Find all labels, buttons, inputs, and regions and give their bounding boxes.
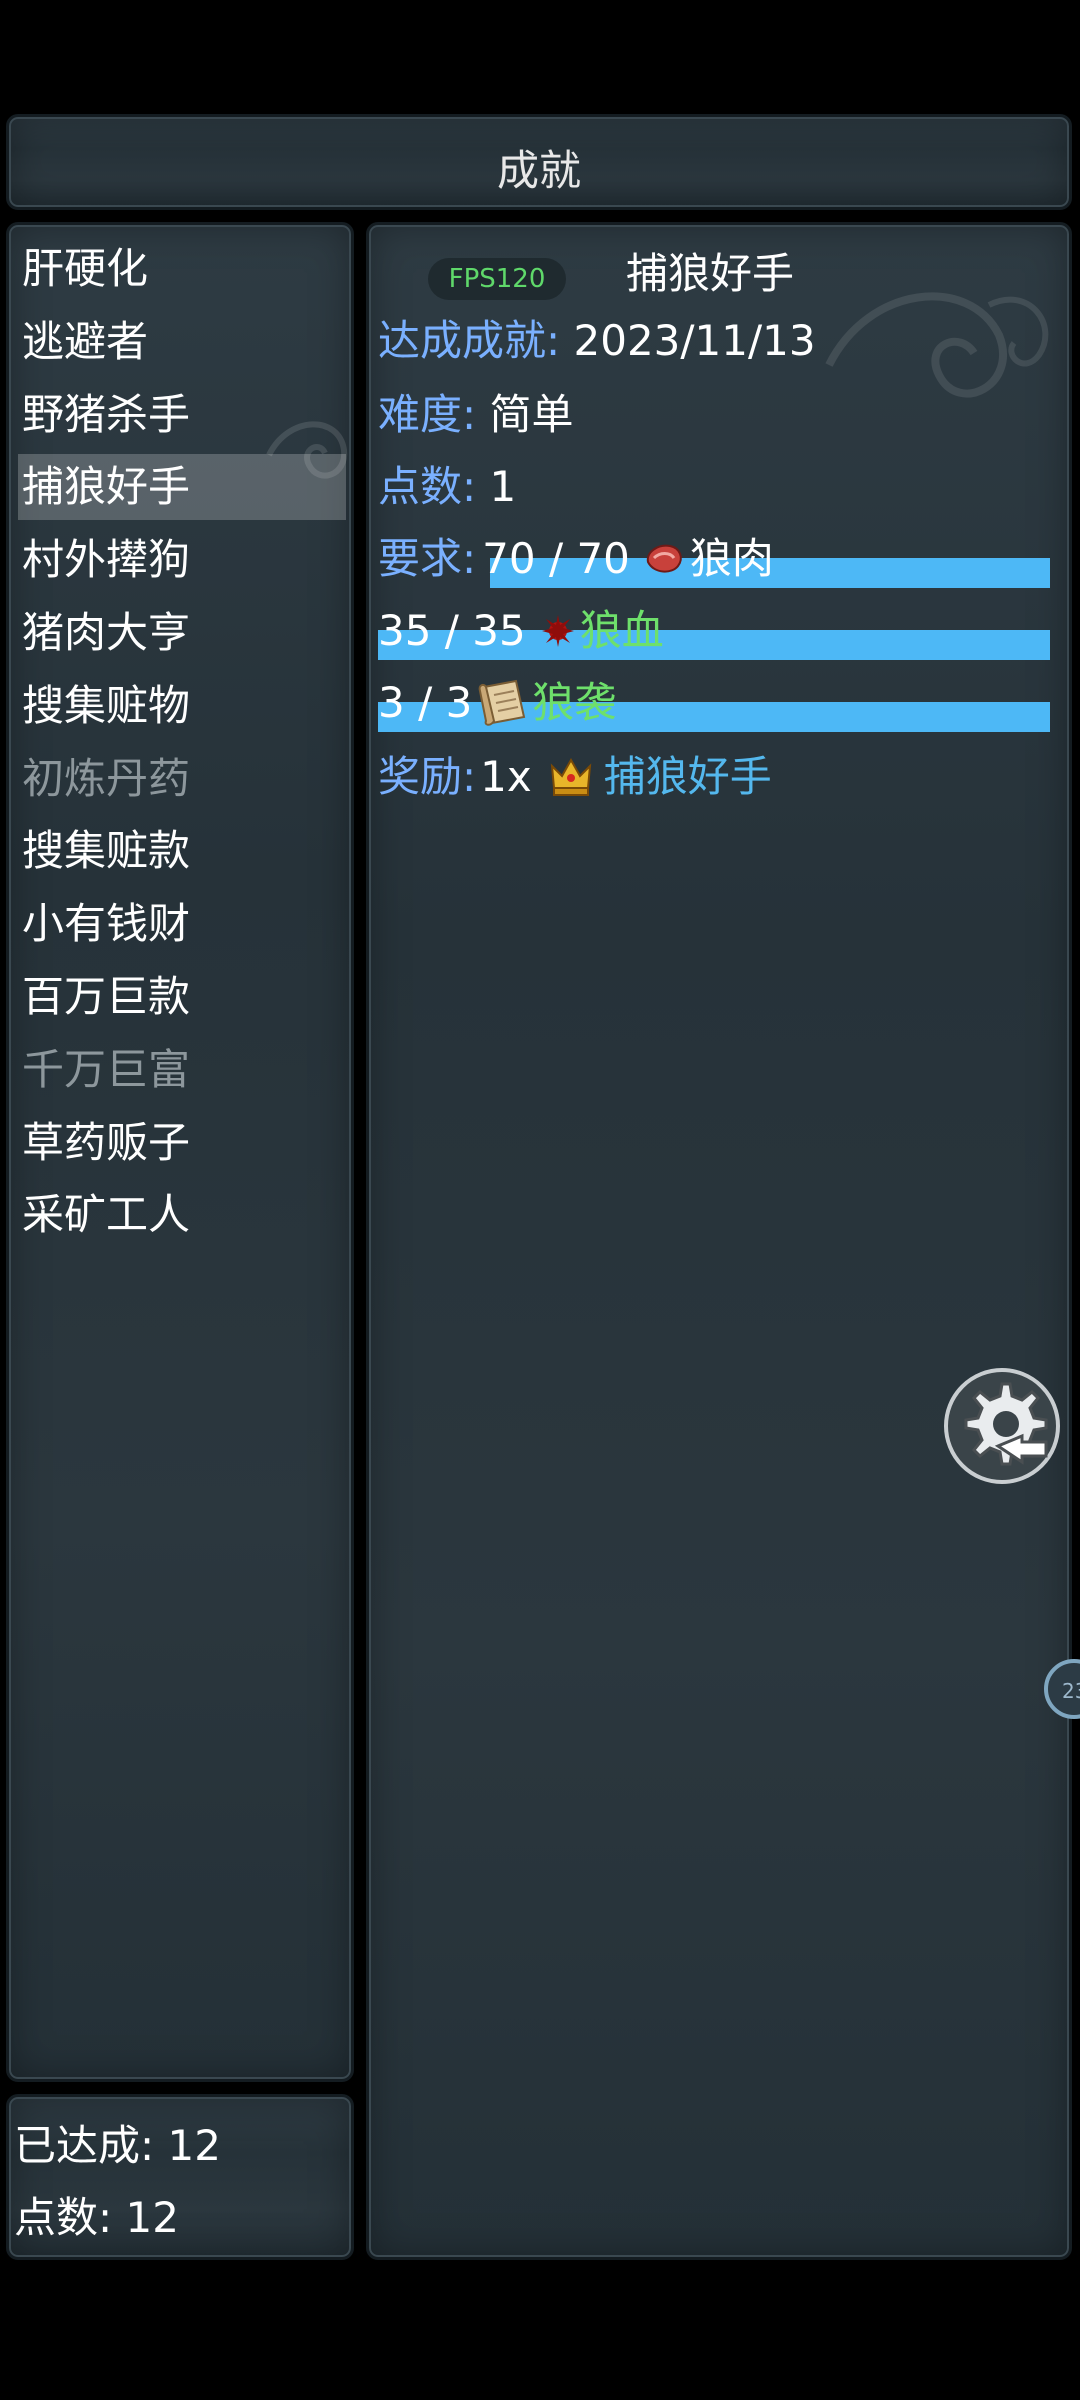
fps-counter: FPS120 <box>428 258 566 300</box>
achieved-date-value: 2023/11/13 <box>573 316 816 365</box>
total-points: 点数: 12 <box>14 2193 179 2242</box>
meat-icon <box>646 544 682 573</box>
difficulty-row: 难度: 简单 <box>378 382 574 448</box>
requirement-row: 35 / 35 狼血 <box>378 598 664 664</box>
achievement-list-item[interactable]: 草药贩子 <box>18 1110 346 1176</box>
achievement-list-item[interactable]: 小有钱财 <box>18 891 346 957</box>
achieved-count: 已达成: 12 <box>14 2121 221 2170</box>
difficulty-value: 简单 <box>489 390 574 439</box>
achieved-date-row: 达成成就: 2023/11/13 <box>378 308 816 374</box>
difficulty-label: 难度: <box>378 390 477 439</box>
achieved-date-label: 达成成就: <box>378 316 561 365</box>
achievement-list-item[interactable]: 采矿工人 <box>18 1182 346 1248</box>
reward-name: 捕狼好手 <box>603 752 772 801</box>
reward-row: 奖励: 1x 捕狼好手 <box>378 744 772 810</box>
floating-edge-label: 23 <box>1062 1679 1080 1703</box>
achievement-title: 捕狼好手 <box>626 249 795 298</box>
requirement-row: 要求: 70 / 70 狼肉 <box>378 526 774 592</box>
requirement-count: 70 / 70 <box>482 534 630 583</box>
title-bar: 成就 <box>6 114 1072 210</box>
requirement-row: 3 / 3 狼袭 <box>378 670 616 736</box>
achievement-list-item[interactable]: 村外撵狗 <box>18 527 346 593</box>
scroll-icon <box>478 679 526 726</box>
achievement-list-item[interactable]: 搜集赃物 <box>18 673 346 739</box>
requirement-count: 35 / 35 <box>378 606 526 655</box>
gear-icon <box>944 1368 1060 1484</box>
achievement-list-item[interactable]: 捕狼好手 <box>18 454 346 521</box>
crown-icon <box>550 757 591 796</box>
cloud-swirl-decoration <box>825 292 1049 398</box>
floating-circle-icon: 23 <box>1044 1659 1080 1719</box>
requirement-item-name: 狼袭 <box>532 678 617 727</box>
achievement-list-item[interactable]: 野猪杀手 <box>18 382 346 448</box>
blood-icon <box>541 615 574 647</box>
achievement-list-item[interactable]: 千万巨富 <box>18 1037 346 1103</box>
achievement-screen: 成就 肝硬化 逃避者 野猪杀手 捕狼好手 村外撵狗 猪肉大亨 搜集赃物 初炼丹药 搜集赃款 小有钱… <box>0 0 1080 2400</box>
points-row: 点数: 1 <box>378 454 516 520</box>
achievement-list-item[interactable]: 肝硬化 <box>18 236 346 302</box>
requirement-item-name: 狼血 <box>579 606 664 655</box>
floating-edge-button[interactable]: 23 <box>1044 1656 1080 1722</box>
reward-label: 奖励: <box>378 752 477 801</box>
requirements-label: 要求: <box>378 534 477 583</box>
requirement-item-name: 狼肉 <box>689 534 774 583</box>
achievement-list-item[interactable]: 猪肉大亨 <box>18 600 346 666</box>
points-label: 点数: <box>378 462 477 511</box>
requirement-count: 3 / 3 <box>378 678 473 727</box>
achievement-list-item[interactable]: 百万巨款 <box>18 964 346 1030</box>
points-value: 1 <box>489 462 517 511</box>
achievement-list-item[interactable]: 初炼丹药 <box>18 746 346 812</box>
page-title: 成就 <box>496 146 581 195</box>
reward-quantity: 1x <box>480 752 532 801</box>
achievement-list-item[interactable]: 搜集赃款 <box>18 818 346 884</box>
settings-back-button[interactable] <box>942 1366 1062 1486</box>
achievement-list-item[interactable]: 逃避者 <box>18 309 346 375</box>
